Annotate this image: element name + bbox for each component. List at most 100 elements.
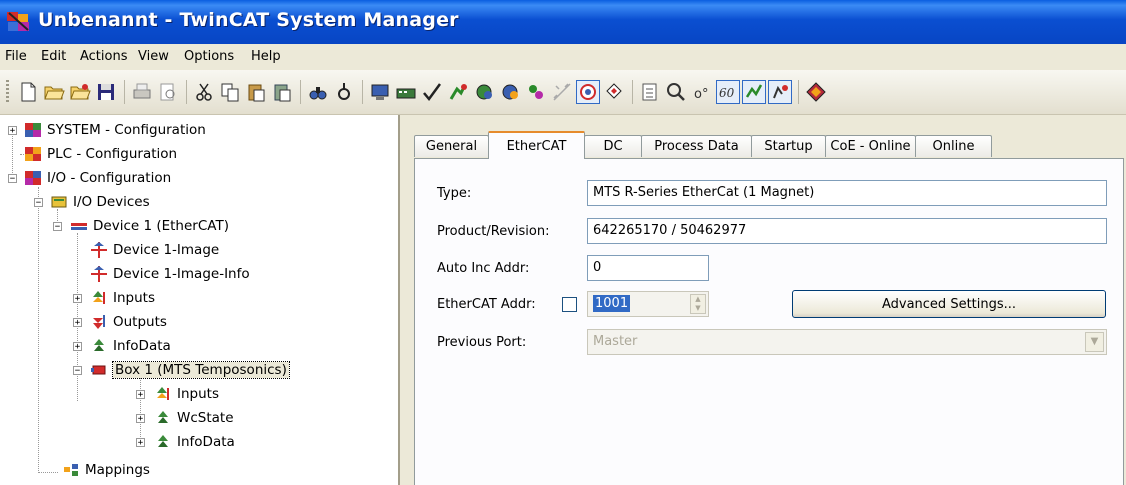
- box-icon: [90, 361, 108, 379]
- settings-icon[interactable]: [638, 80, 662, 104]
- tree-item-device1-image-info[interactable]: Device 1-Image-Info: [90, 263, 250, 285]
- show-mapping-icon[interactable]: 60: [716, 80, 740, 104]
- tab-coe-online[interactable]: CoE - Online: [825, 135, 916, 157]
- open-folder-icon[interactable]: [42, 80, 66, 104]
- wcstate-icon: [154, 409, 172, 427]
- tab-online[interactable]: Online: [915, 135, 992, 157]
- menu-file[interactable]: File: [5, 49, 27, 64]
- tree-item-plc-configuration[interactable]: PLC - Configuration: [24, 143, 177, 165]
- tree-item-system-configuration[interactable]: SYSTEM - Configuration: [24, 119, 206, 141]
- menu-view[interactable]: View: [138, 49, 169, 64]
- image-icon: [90, 241, 108, 259]
- tree-item-box1-inputs[interactable]: Inputs: [154, 383, 219, 405]
- previous-port-select[interactable]: Master ▼: [587, 329, 1107, 355]
- tree-item-box1[interactable]: Box 1 (MTS Temposonics): [90, 359, 290, 381]
- tree-item-wcstate[interactable]: WcState: [154, 407, 234, 429]
- tree-item-label: Device 1-Image: [113, 242, 220, 258]
- tab-dc[interactable]: DC: [584, 135, 642, 157]
- tab-ethercat[interactable]: EtherCAT: [488, 131, 585, 159]
- tree-item-inputs[interactable]: Inputs: [90, 287, 155, 309]
- tree-item-label: Box 1 (MTS Temposonics): [112, 361, 290, 379]
- copy-icon[interactable]: [218, 80, 242, 104]
- expand-device1-toggle[interactable]: −: [53, 222, 62, 232]
- tree-item-infodata[interactable]: InfoData: [90, 335, 171, 357]
- activate-configuration-icon[interactable]: [420, 80, 444, 104]
- io-icon: [24, 169, 42, 187]
- product-revision-field[interactable]: 642265170 / 50462977: [587, 218, 1107, 244]
- advanced-settings-button[interactable]: Advanced Settings...: [792, 290, 1106, 318]
- tab-general[interactable]: General: [414, 135, 489, 157]
- expand-infodata-toggle[interactable]: +: [73, 342, 82, 352]
- menu-help[interactable]: Help: [251, 49, 281, 64]
- paste-with-links-icon[interactable]: [270, 80, 294, 104]
- tree-item-label: PLC - Configuration: [47, 146, 178, 162]
- expand-box1-inputs-toggle[interactable]: +: [136, 390, 145, 400]
- zoom-icon[interactable]: [664, 80, 688, 104]
- find-next-icon[interactable]: [332, 80, 356, 104]
- print-icon[interactable]: [130, 80, 154, 104]
- check-configuration-icon[interactable]: [394, 80, 418, 104]
- expand-box1-infodata-toggle[interactable]: +: [136, 438, 145, 448]
- expand-wcstate-toggle[interactable]: +: [136, 414, 145, 424]
- configuration-tree[interactable]: + SYSTEM - Configuration PLC - Configura…: [0, 115, 400, 485]
- title-bar[interactable]: Unbenannt - TwinCAT System Manager: [0, 0, 1126, 44]
- reload-devices-icon[interactable]: [498, 80, 522, 104]
- tab-process-data[interactable]: Process Data: [641, 135, 752, 157]
- previous-port-label: Previous Port:: [437, 335, 527, 350]
- infodata-icon: [154, 433, 172, 451]
- expand-box1-toggle[interactable]: −: [73, 366, 82, 376]
- ethercat-addr-spinner[interactable]: 1001 ▲ ▼: [587, 291, 709, 317]
- expand-inputs-toggle[interactable]: +: [73, 294, 82, 304]
- new-file-icon[interactable]: [16, 80, 40, 104]
- tree-item-box1-infodata[interactable]: InfoData: [154, 431, 235, 453]
- config-mode-icon[interactable]: [768, 80, 792, 104]
- menu-options[interactable]: Options: [184, 49, 234, 64]
- menu-actions[interactable]: Actions: [80, 49, 128, 64]
- auto-inc-addr-field[interactable]: 0: [587, 255, 709, 281]
- inputs-icon: [90, 289, 108, 307]
- paste-icon[interactable]: [244, 80, 268, 104]
- run-mode-icon[interactable]: [804, 80, 828, 104]
- scan-devices-icon[interactable]: [524, 80, 548, 104]
- tree-item-label: WcState: [177, 410, 234, 426]
- tree-item-mappings[interactable]: Mappings: [62, 459, 150, 481]
- auto-scroll-icon[interactable]: o°: [690, 80, 714, 104]
- open-project-icon[interactable]: [68, 80, 92, 104]
- set-run-mode-icon[interactable]: [446, 80, 470, 104]
- twincat-app-icon: [6, 10, 32, 34]
- expand-io-toggle[interactable]: −: [8, 174, 17, 184]
- generate-mappings-icon[interactable]: [368, 80, 392, 104]
- inputs-icon: [154, 385, 172, 403]
- expand-outputs-toggle[interactable]: +: [73, 318, 82, 328]
- print-preview-icon[interactable]: [156, 80, 180, 104]
- tree-item-io-devices[interactable]: I/O Devices: [50, 191, 150, 213]
- type-field[interactable]: MTS R-Series EtherCat (1 Magnet): [587, 180, 1107, 206]
- tree-item-device1-ethercat[interactable]: Device 1 (EtherCAT): [70, 215, 229, 237]
- tree-item-io-configuration[interactable]: I/O - Configuration: [24, 167, 171, 189]
- tree-item-label: SYSTEM - Configuration: [47, 122, 206, 138]
- ethercat-addr-checkbox[interactable]: [562, 297, 577, 312]
- find-icon[interactable]: [306, 80, 330, 104]
- restart-config-mode-icon[interactable]: [472, 80, 496, 104]
- expand-system-toggle[interactable]: +: [8, 126, 17, 136]
- target-system-icon[interactable]: [742, 80, 766, 104]
- tree-item-outputs[interactable]: Outputs: [90, 311, 167, 333]
- tree-item-label: I/O Devices: [73, 194, 150, 210]
- save-icon[interactable]: [94, 80, 118, 104]
- tab-startup[interactable]: Startup: [751, 135, 826, 157]
- show-sub-items-icon[interactable]: [602, 80, 626, 104]
- toggle-free-run-icon[interactable]: [550, 80, 574, 104]
- toolbar-grip[interactable]: [6, 80, 9, 104]
- menu-edit[interactable]: Edit: [41, 49, 66, 64]
- toolbar: o° 60: [0, 70, 1126, 115]
- spin-arrows-icon[interactable]: ▲ ▼: [690, 294, 706, 314]
- tree-item-device1-image[interactable]: Device 1-Image: [90, 239, 219, 261]
- system-icon: [24, 121, 42, 139]
- tree-item-label: InfoData: [177, 434, 235, 450]
- outputs-icon: [90, 313, 108, 331]
- expand-io-devices-toggle[interactable]: −: [34, 198, 43, 208]
- show-online-data-icon[interactable]: [576, 80, 600, 104]
- cut-icon[interactable]: [192, 80, 216, 104]
- menu-bar: File Edit Actions View Options Help: [0, 44, 1126, 70]
- chevron-down-icon[interactable]: ▼: [1085, 332, 1104, 352]
